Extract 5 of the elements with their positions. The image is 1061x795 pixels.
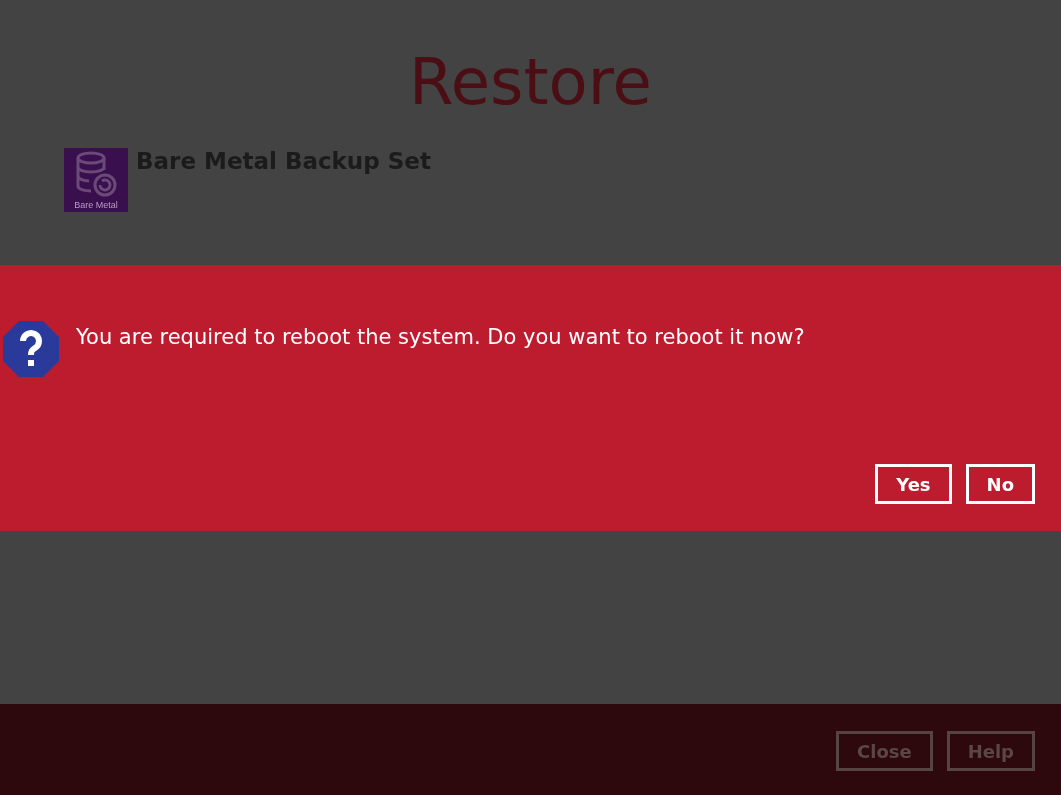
yes-button[interactable]: Yes [875,464,952,504]
backup-set-icon: Bare Metal [64,148,128,212]
dialog-message: You are required to reboot the system. Do you want to reboot it now? [76,325,805,349]
question-icon [2,320,60,378]
no-button[interactable]: No [965,464,1035,504]
